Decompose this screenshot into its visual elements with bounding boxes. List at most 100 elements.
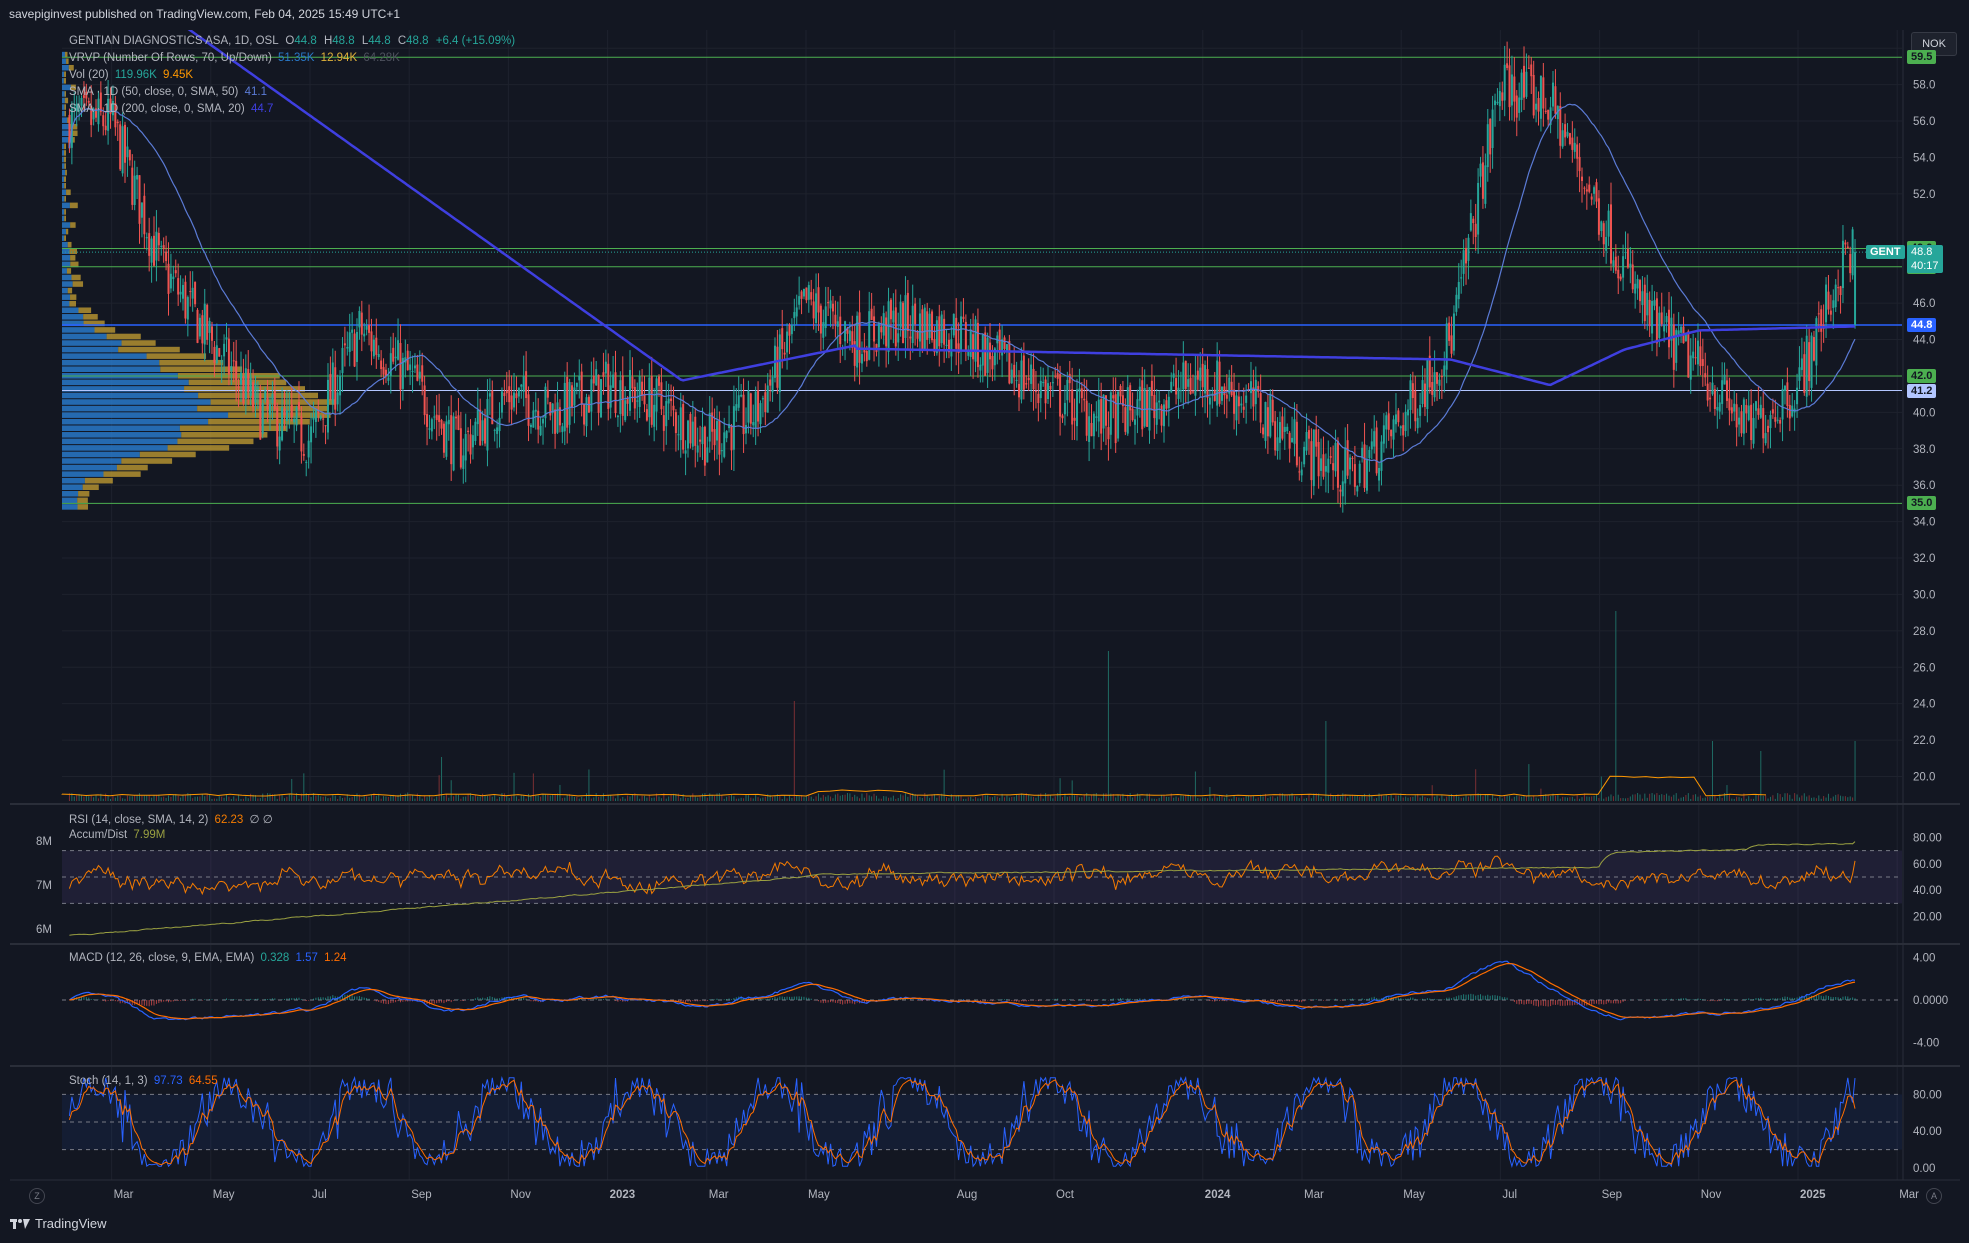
brand-name: TradingView xyxy=(35,1216,107,1231)
candle-body xyxy=(1201,363,1204,388)
candle-body xyxy=(1187,379,1190,387)
candle-body xyxy=(208,320,211,333)
candle-body xyxy=(1798,367,1801,381)
candle-body xyxy=(1339,489,1342,492)
candle-body xyxy=(928,313,931,339)
volume-profile-up xyxy=(62,64,69,71)
stoch-d-value: 64.55 xyxy=(188,1075,218,1087)
candle-body xyxy=(962,316,965,319)
candle-body xyxy=(1747,405,1750,420)
candle-body xyxy=(1206,369,1209,398)
legend-rsi[interactable]: RSI (14, close, SMA, 14, 2) 62.23 ∅ ∅ xyxy=(69,812,273,826)
volume-profile-up xyxy=(62,491,79,497)
legend-sma200[interactable]: SMA · 1D (200, close, 0, SMA, 20) 44.7 xyxy=(69,103,273,115)
candle-body xyxy=(1240,403,1243,406)
volume-profile-up xyxy=(62,392,199,399)
candle-body xyxy=(143,195,146,235)
legend-stoch[interactable]: Stoch (14, 1, 3) 97.73 64.55 xyxy=(69,1075,218,1087)
candle-body xyxy=(945,344,948,346)
candle-body xyxy=(1390,429,1393,437)
volume-profile-down xyxy=(188,379,287,386)
candle-body xyxy=(1506,63,1509,68)
legend-sma50[interactable]: SMA · 1D (50, close, 0, SMA, 50) 41.1 xyxy=(69,86,267,98)
candle-body xyxy=(121,126,124,174)
candle-body xyxy=(1735,404,1738,428)
candle-body xyxy=(266,397,269,410)
candle-body xyxy=(986,337,989,373)
candle-body xyxy=(723,432,726,457)
candle-body xyxy=(1518,97,1521,113)
candle-body xyxy=(568,382,571,425)
candle-body xyxy=(1610,204,1612,264)
price-level-tag: 41.2 xyxy=(1907,383,1937,398)
candle-body xyxy=(162,245,165,250)
candle-body xyxy=(863,349,866,353)
candle-body xyxy=(1740,411,1743,434)
candle-body xyxy=(1713,389,1716,409)
timezone-z-button[interactable]: Z xyxy=(29,1188,45,1204)
candle-body xyxy=(1281,416,1284,439)
candle-body xyxy=(1204,365,1207,394)
candle-body xyxy=(1568,133,1571,145)
candle-body xyxy=(1008,340,1011,384)
volume-profile-down xyxy=(63,156,66,163)
volume-profile-up xyxy=(62,241,68,248)
candle-body xyxy=(1365,460,1368,491)
volume-profile-up xyxy=(62,307,79,314)
candle-body xyxy=(969,329,972,358)
candle-body xyxy=(720,450,723,452)
candle-body xyxy=(288,410,291,412)
candle-body xyxy=(1092,413,1095,437)
rsi-tick-label: 60.00 xyxy=(1913,859,1942,871)
candle-body xyxy=(1044,379,1047,404)
legend-ad[interactable]: Accum/Dist 7.99M xyxy=(69,829,165,841)
candle-body xyxy=(1356,486,1359,492)
candle-body xyxy=(213,346,216,363)
candle-body xyxy=(1385,415,1388,430)
candle-body xyxy=(302,453,305,456)
legend-vrvp[interactable]: VRVP (Number Of Rows, 70, Up/Down) 51.35… xyxy=(69,52,400,64)
time-tick-label: 2024 xyxy=(1205,1189,1231,1201)
candle-body xyxy=(1037,393,1040,404)
candle-body xyxy=(918,313,921,342)
volume-profile-down xyxy=(64,182,66,189)
candle-body xyxy=(682,403,685,450)
legend-macd[interactable]: MACD (12, 26, close, 9, EMA, EMA) 0.328 … xyxy=(69,952,347,964)
candle-body xyxy=(1597,198,1600,235)
candle-body xyxy=(1788,404,1791,419)
candle-body xyxy=(672,405,675,411)
candle-body xyxy=(1590,196,1593,200)
candle-body xyxy=(1750,404,1753,441)
candle-body xyxy=(343,343,346,346)
candle-body xyxy=(1368,449,1371,459)
candle-body xyxy=(469,434,472,455)
candle-body xyxy=(486,399,489,451)
candle-body xyxy=(1394,414,1397,425)
candle-body xyxy=(1167,396,1170,409)
candle-body xyxy=(991,355,994,370)
candle-body xyxy=(1474,223,1477,238)
candle-body xyxy=(778,334,781,393)
volume-profile-down xyxy=(66,268,72,274)
last-price-symbol-tag: GENT xyxy=(1866,245,1905,260)
candle-body xyxy=(1073,417,1076,421)
macd-label: MACD (12, 26, close, 9, EMA, EMA) xyxy=(69,952,255,964)
candle-body xyxy=(1433,372,1436,398)
candle-body xyxy=(1566,131,1569,137)
candle-body xyxy=(899,301,902,328)
auto-scale-button[interactable]: A xyxy=(1926,1188,1942,1204)
candle-body xyxy=(1520,72,1523,100)
tradingview-brand[interactable]: TradingView xyxy=(10,1216,107,1231)
candle-body xyxy=(1102,394,1105,429)
candle-body xyxy=(1699,346,1702,367)
chart-canvas[interactable]: 20.0 22.0 24.0 26.0 28.0 30.0 32.0 34.0 36.0 38.0… xyxy=(0,28,1969,1212)
candle-body xyxy=(1759,404,1762,418)
legend-vol[interactable]: Vol (20) 119.96K 9.45K xyxy=(69,69,193,81)
volume-profile-down xyxy=(64,209,66,215)
candle-body xyxy=(503,392,506,397)
candle-body xyxy=(931,311,934,341)
candle-body xyxy=(1134,419,1137,425)
candle-body xyxy=(1141,380,1144,430)
candle-body xyxy=(578,375,581,381)
candle-body xyxy=(1042,382,1045,384)
